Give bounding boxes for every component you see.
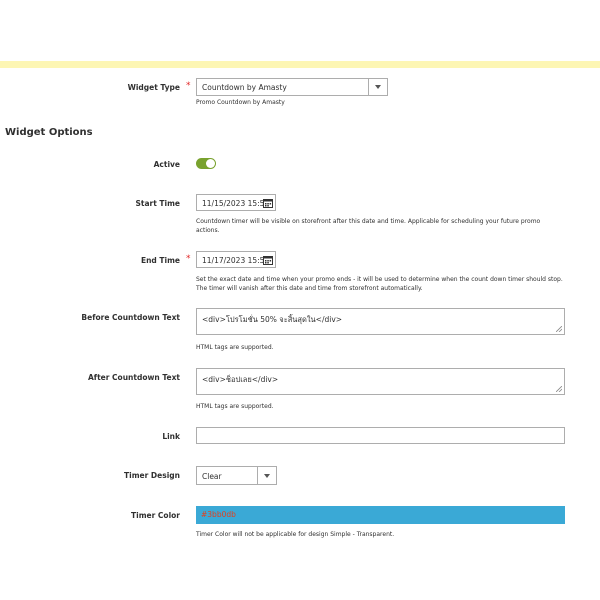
timer-color-label: Timer Color [131, 511, 180, 520]
start-time-note-line2: actions. [196, 227, 220, 234]
before-text-value: <div>โปรโมชั่น 50% จะสิ้นสุดใน</div> [202, 315, 343, 324]
timer-color-input[interactable]: #3bb0db [196, 506, 565, 524]
before-text-note: HTML tags are supported. [196, 344, 274, 351]
link-label: Link [162, 432, 180, 441]
start-time-label: Start Time [135, 199, 180, 208]
end-time-note-line2: The timer will vanish after this date an… [196, 285, 423, 292]
message-bar [0, 61, 600, 68]
before-text-label: Before Countdown Text [81, 313, 180, 322]
widget-type-note: Promo Countdown by Amasty [196, 99, 285, 106]
end-time-note-line1: Set the exact date and time when your pr… [196, 276, 563, 283]
chevron-down-icon [375, 85, 381, 89]
end-time-value: 11/17/2023 15:5 [202, 256, 265, 265]
timer-color-note: Timer Color will not be applicable for d… [196, 531, 395, 538]
required-mark: * [186, 81, 191, 91]
after-text-textarea[interactable]: <div>ช็อปเลย</div> [196, 368, 565, 395]
select-arrow-button[interactable] [368, 79, 387, 95]
after-text-label: After Countdown Text [88, 373, 180, 382]
timer-design-label: Timer Design [124, 471, 180, 480]
toggle-knob [206, 159, 215, 168]
widget-type-select[interactable]: Countdown by Amasty [196, 78, 388, 96]
required-mark: * [186, 254, 191, 264]
resize-handle-icon[interactable] [556, 326, 562, 332]
widget-type-value: Countdown by Amasty [202, 83, 287, 92]
after-text-note: HTML tags are supported. [196, 403, 274, 410]
timer-design-value: Clear [202, 472, 222, 481]
calendar-icon[interactable] [263, 198, 273, 208]
calendar-icon[interactable] [263, 255, 273, 265]
active-label: Active [153, 160, 180, 169]
end-time-label: End Time [140, 256, 180, 265]
section-title: Widget Options [5, 127, 93, 138]
start-time-input[interactable]: 11/15/2023 15:5 [196, 194, 276, 211]
link-input[interactable] [196, 427, 565, 444]
timer-design-select[interactable]: Clear [196, 466, 277, 485]
end-time-input[interactable]: 11/17/2023 15:5 [196, 251, 276, 268]
active-toggle[interactable] [196, 158, 216, 169]
select-arrow-button[interactable] [257, 467, 276, 484]
timer-color-value: #3bb0db [201, 510, 236, 519]
before-text-textarea[interactable]: <div>โปรโมชั่น 50% จะสิ้นสุดใน</div> [196, 308, 565, 335]
start-time-note-line1: Countdown timer will be visible on store… [196, 218, 541, 225]
after-text-value: <div>ช็อปเลย</div> [202, 375, 279, 384]
resize-handle-icon[interactable] [556, 386, 562, 392]
chevron-down-icon [264, 473, 270, 478]
widget-type-label: Widget Type [127, 83, 180, 92]
start-time-value: 11/15/2023 15:5 [202, 199, 265, 208]
